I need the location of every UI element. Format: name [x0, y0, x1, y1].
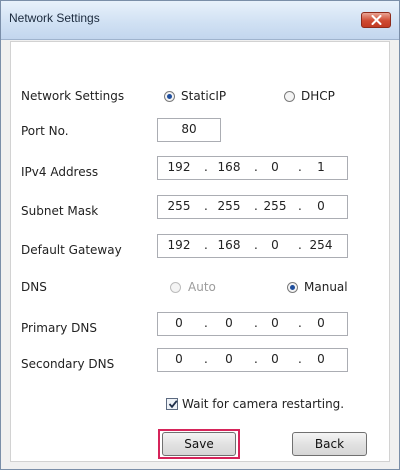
dns-manual-label[interactable]: Manual: [304, 280, 348, 294]
static-ip-label[interactable]: StaticIP: [181, 89, 226, 103]
network-settings-label: Network Settings: [21, 89, 125, 103]
window-title: Network Settings: [9, 11, 100, 25]
ipv4-octet-1[interactable]: 192: [162, 160, 196, 174]
primary-dns-field[interactable]: 0 . 0 . 0 . 0: [157, 312, 348, 336]
wait-restart-label[interactable]: Wait for camera restarting.: [182, 397, 344, 411]
subnet-dot: .: [204, 199, 208, 213]
subnet-mask-label: Subnet Mask: [21, 204, 99, 218]
secondary-dns-dot: .: [298, 352, 302, 366]
secondary-dns-octet-2[interactable]: 0: [212, 352, 246, 366]
checkmark-icon: [168, 400, 178, 409]
gateway-octet-3[interactable]: 0: [258, 238, 292, 252]
port-label: Port No.: [21, 124, 69, 138]
gateway-octet-1[interactable]: 192: [162, 238, 196, 252]
ipv4-octet-4[interactable]: 1: [304, 160, 338, 174]
ipv4-dot: .: [204, 160, 208, 174]
port-input[interactable]: 80: [157, 118, 221, 142]
subnet-dot: .: [298, 199, 302, 213]
dns-auto-radio[interactable]: [170, 282, 181, 293]
secondary-dns-field[interactable]: 0 . 0 . 0 . 0: [157, 348, 348, 372]
primary-dns-dot: .: [204, 316, 208, 330]
dns-manual-radio[interactable]: [287, 282, 298, 293]
static-ip-radio[interactable]: [164, 91, 175, 102]
secondary-dns-label: Secondary DNS: [21, 357, 115, 371]
secondary-dns-octet-1[interactable]: 0: [162, 352, 196, 366]
gateway-dot: .: [298, 238, 302, 252]
back-button[interactable]: Back: [292, 432, 367, 456]
close-x-icon: [371, 15, 382, 25]
ipv4-dot: .: [298, 160, 302, 174]
title-bar: Network Settings: [1, 1, 399, 40]
subnet-octet-3[interactable]: 255: [258, 199, 292, 213]
gateway-octet-4[interactable]: 254: [304, 238, 338, 252]
secondary-dns-dot: .: [204, 352, 208, 366]
subnet-octet-1[interactable]: 255: [162, 199, 196, 213]
dns-label: DNS: [21, 280, 47, 294]
secondary-dns-octet-4[interactable]: 0: [304, 352, 338, 366]
subnet-octet-2[interactable]: 255: [212, 199, 246, 213]
dns-auto-label[interactable]: Auto: [188, 280, 216, 294]
ipv4-address-field[interactable]: 192 . 168 . 0 . 1: [157, 156, 348, 180]
default-gateway-label: Default Gateway: [21, 243, 122, 257]
port-value: 80: [181, 122, 197, 136]
primary-dns-octet-1[interactable]: 0: [162, 316, 196, 330]
primary-dns-label: Primary DNS: [21, 321, 98, 335]
ipv4-label: IPv4 Address: [21, 165, 99, 179]
primary-dns-octet-4[interactable]: 0: [304, 316, 338, 330]
gateway-dot: .: [204, 238, 208, 252]
primary-dns-dot: .: [298, 316, 302, 330]
gateway-octet-2[interactable]: 168: [212, 238, 246, 252]
default-gateway-field[interactable]: 192 . 168 . 0 . 254: [157, 234, 348, 258]
ipv4-octet-3[interactable]: 0: [258, 160, 292, 174]
wait-restart-checkbox[interactable]: [166, 398, 178, 410]
subnet-octet-4[interactable]: 0: [304, 199, 338, 213]
dhcp-radio[interactable]: [284, 91, 295, 102]
primary-dns-octet-3[interactable]: 0: [258, 316, 292, 330]
subnet-mask-field[interactable]: 255 . 255 . 255 . 0: [157, 195, 348, 219]
ipv4-octet-2[interactable]: 168: [212, 160, 246, 174]
close-button[interactable]: [361, 12, 391, 28]
dhcp-label[interactable]: DHCP: [301, 89, 335, 103]
save-button[interactable]: Save: [162, 432, 236, 456]
secondary-dns-octet-3[interactable]: 0: [258, 352, 292, 366]
primary-dns-octet-2[interactable]: 0: [212, 316, 246, 330]
